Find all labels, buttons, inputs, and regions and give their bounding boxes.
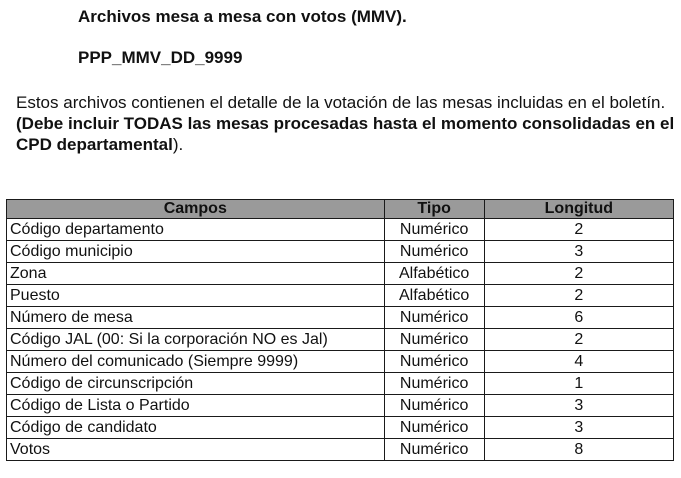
field-name: Puesto (6, 284, 385, 307)
description-tail: ). (172, 135, 184, 154)
field-length: 3 (483, 416, 675, 439)
field-type: Numérico (383, 372, 485, 395)
table-header-row: Campos Tipo Longitud (6, 199, 675, 219)
table-row: Código de candidato Numérico 3 (6, 416, 675, 439)
field-type: Numérico (383, 350, 485, 373)
field-name: Código de circunscripción (6, 372, 385, 395)
fields-table: Campos Tipo Longitud Código departamento… (6, 199, 675, 461)
field-name: Código municipio (6, 240, 385, 263)
field-type: Numérico (383, 218, 485, 241)
field-type: Numérico (383, 306, 485, 329)
table-row: Número del comunicado (Siempre 9999) Num… (6, 350, 675, 373)
field-name: Código de Lista o Partido (6, 394, 385, 417)
field-type: Alfabético (383, 284, 485, 307)
header-tipo: Tipo (383, 199, 485, 219)
document-title: Archivos mesa a mesa con votos (MMV). (78, 7, 407, 26)
field-length: 3 (483, 394, 675, 417)
table-row: Zona Alfabético 2 (6, 262, 675, 285)
header-campos: Campos (6, 199, 385, 219)
field-length: 2 (483, 328, 675, 351)
field-length: 3 (483, 240, 675, 263)
field-name: Código departamento (6, 218, 385, 241)
field-type: Numérico (383, 328, 485, 351)
table-row: Votos Numérico 8 (6, 438, 675, 461)
field-name: Código JAL (00: Si la corporación NO es … (6, 328, 385, 351)
field-name: Votos (6, 438, 385, 461)
field-length: 2 (483, 262, 675, 285)
table-row: Código de Lista o Partido Numérico 3 (6, 394, 675, 417)
file-name-pattern: PPP_MMV_DD_9999 (78, 48, 243, 67)
field-type: Numérico (383, 394, 485, 417)
field-name: Zona (6, 262, 385, 285)
field-name: Número del comunicado (Siempre 9999) (6, 350, 385, 373)
field-type: Numérico (383, 240, 485, 263)
field-length: 6 (483, 306, 675, 329)
field-type: Numérico (383, 438, 485, 461)
description-bold-note: (Debe incluir TODAS las mesas procesadas… (16, 114, 675, 154)
field-length: 2 (483, 218, 675, 241)
table-row: Código de circunscripción Numérico 1 (6, 372, 675, 395)
description-text: Estos archivos contienen el detalle de l… (16, 93, 666, 112)
table-row: Código departamento Numérico 2 (6, 218, 675, 241)
field-type: Numérico (383, 416, 485, 439)
table-row: Puesto Alfabético 2 (6, 284, 675, 307)
table-row: Código municipio Numérico 3 (6, 240, 675, 263)
field-length: 8 (483, 438, 675, 461)
header-longitud: Longitud (483, 199, 675, 219)
description-paragraph: Estos archivos contienen el detalle de l… (16, 92, 676, 155)
table-row: Código JAL (00: Si la corporación NO es … (6, 328, 675, 351)
field-length: 2 (483, 284, 675, 307)
field-length: 4 (483, 350, 675, 373)
field-name: Número de mesa (6, 306, 385, 329)
field-type: Alfabético (383, 262, 485, 285)
table-row: Número de mesa Numérico 6 (6, 306, 675, 329)
field-length: 1 (483, 372, 675, 395)
field-name: Código de candidato (6, 416, 385, 439)
